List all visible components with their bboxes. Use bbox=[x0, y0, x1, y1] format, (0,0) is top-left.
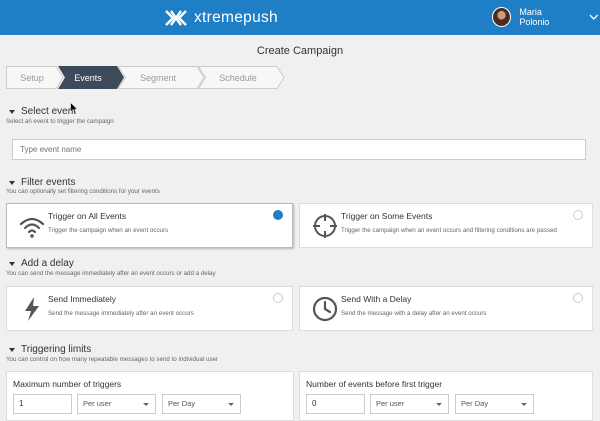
avatar bbox=[492, 7, 512, 27]
lightning-icon bbox=[25, 297, 39, 321]
step-label: Segment bbox=[139, 72, 177, 83]
option-description: Trigger the campaign when an event occur… bbox=[341, 227, 557, 234]
section-subtitle: You can control on how many repeatable m… bbox=[6, 356, 218, 363]
step-label: Schedule bbox=[219, 72, 257, 83]
option-trigger-some-events[interactable]: Trigger on Some Events Trigger the campa… bbox=[299, 203, 593, 248]
step-setup[interactable]: Setup bbox=[6, 66, 64, 89]
section-subtitle: You can send the message immediately aft… bbox=[6, 270, 216, 277]
event-name-input[interactable] bbox=[12, 139, 586, 160]
user-name: Maria Polonio bbox=[519, 7, 550, 27]
section-title: Filter events bbox=[21, 177, 76, 188]
section-add-delay[interactable]: Add a delay bbox=[9, 258, 74, 269]
collapse-triangle-icon bbox=[9, 347, 15, 352]
wizard-steps: Setup Events Segment Schedule bbox=[6, 66, 285, 89]
step-label: Setup bbox=[20, 72, 44, 83]
option-send-with-delay[interactable]: Send With a Delay Send the message with … bbox=[299, 286, 593, 331]
section-title: Add a delay bbox=[21, 258, 74, 269]
option-title: Trigger on Some Events bbox=[341, 211, 433, 221]
section-filter-events[interactable]: Filter events bbox=[9, 177, 75, 188]
radio-unselected[interactable] bbox=[573, 210, 583, 220]
events-before-per-select[interactable]: Per user bbox=[370, 394, 449, 414]
xtremepush-logo-icon bbox=[165, 10, 187, 26]
option-description: Trigger the campaign when an event occur… bbox=[48, 227, 169, 234]
section-subtitle: Select an event to trigger the campaign bbox=[6, 118, 114, 125]
option-send-immediately[interactable]: Send Immediately Send the message immedi… bbox=[6, 286, 293, 331]
step-events[interactable]: Events bbox=[58, 66, 124, 89]
clock-icon bbox=[312, 296, 338, 322]
brand-name: xtremepush bbox=[194, 9, 278, 26]
step-label: Events bbox=[74, 72, 102, 83]
section-triggering-limits[interactable]: Triggering limits bbox=[9, 344, 91, 355]
radio-unselected[interactable] bbox=[273, 293, 283, 303]
collapse-triangle-icon bbox=[9, 180, 15, 185]
option-description: Send the message with a delay after an e… bbox=[341, 310, 487, 317]
max-triggers-per-select[interactable]: Per user bbox=[77, 394, 156, 414]
brand-logo[interactable]: xtremepush bbox=[163, 7, 278, 29]
section-title: Triggering limits bbox=[21, 344, 92, 355]
user-menu[interactable]: Maria Polonio bbox=[492, 7, 600, 27]
max-triggers-panel: Maximum number of triggers 1 Per user Pe… bbox=[6, 371, 294, 421]
collapse-triangle-icon bbox=[9, 109, 15, 114]
top-bar: xtremepush Maria Polonio bbox=[0, 0, 600, 35]
option-title: Send Immediately bbox=[48, 294, 117, 304]
events-before-input[interactable]: 0 bbox=[306, 394, 365, 414]
option-title: Send With a Delay bbox=[341, 294, 412, 304]
step-schedule[interactable]: Schedule bbox=[198, 66, 285, 89]
page-title: Create Campaign bbox=[256, 45, 344, 57]
option-title: Trigger on All Events bbox=[48, 211, 127, 221]
option-trigger-all-events[interactable]: Trigger on All Events Trigger the campai… bbox=[6, 203, 293, 248]
section-select-event[interactable]: Select event bbox=[9, 106, 76, 117]
wifi-icon bbox=[19, 217, 45, 238]
max-triggers-input[interactable]: 1 bbox=[13, 394, 72, 414]
events-before-trigger-panel: Number of events before first trigger 0 … bbox=[299, 371, 593, 421]
step-segment[interactable]: Segment bbox=[118, 66, 205, 89]
option-description: Send the message immediately after an ev… bbox=[48, 310, 194, 317]
crosshair-icon bbox=[313, 214, 337, 238]
section-title: Select event bbox=[21, 106, 77, 117]
max-triggers-period-select[interactable]: Per Day bbox=[162, 394, 241, 414]
max-triggers-label: Maximum number of triggers bbox=[13, 379, 122, 389]
radio-selected[interactable] bbox=[273, 210, 283, 220]
events-before-label: Number of events before first trigger bbox=[306, 379, 443, 389]
events-before-period-select[interactable]: Per Day bbox=[455, 394, 534, 414]
section-subtitle: You can optionally set filtering conditi… bbox=[6, 188, 160, 195]
collapse-triangle-icon bbox=[9, 261, 15, 266]
radio-unselected[interactable] bbox=[573, 293, 583, 303]
chevron-down-icon bbox=[589, 14, 599, 20]
